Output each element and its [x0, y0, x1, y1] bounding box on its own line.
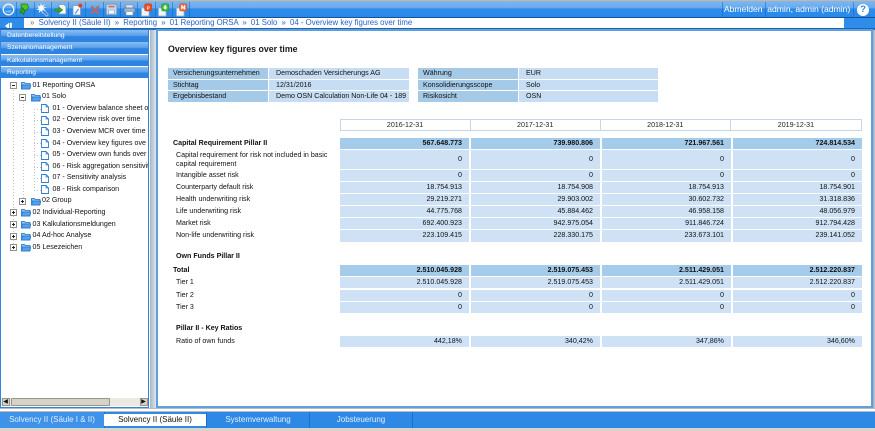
- svg-text:P: P: [147, 5, 150, 10]
- svg-text:web: web: [5, 10, 11, 14]
